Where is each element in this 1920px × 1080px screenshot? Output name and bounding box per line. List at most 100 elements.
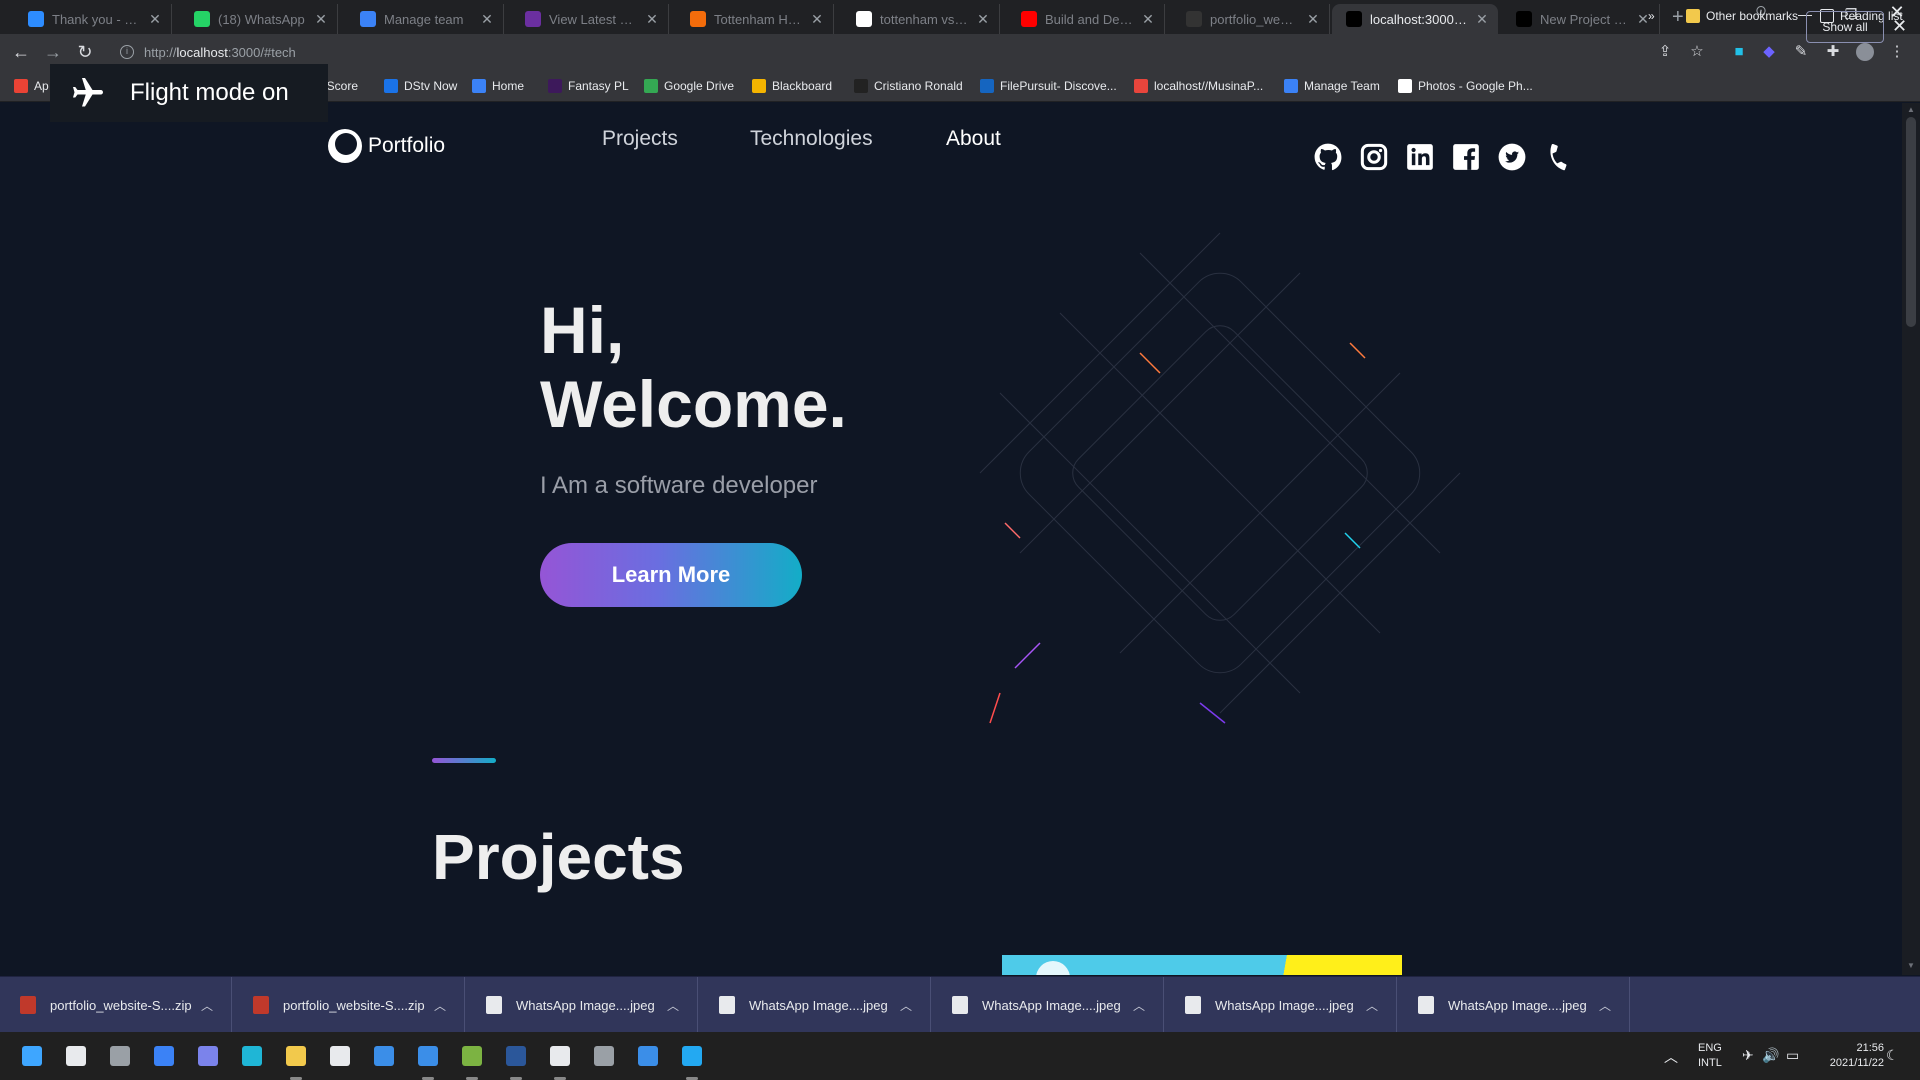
bookmark-item[interactable]: Ap [14, 76, 49, 96]
widgets-icon[interactable] [150, 1042, 178, 1070]
edge-icon[interactable] [238, 1042, 266, 1070]
scrollbar-thumb[interactable] [1906, 117, 1916, 327]
tab-close-icon[interactable]: ✕ [975, 11, 991, 27]
linkedin-icon[interactable] [1406, 143, 1434, 171]
tab-close-icon[interactable]: ✕ [1140, 11, 1156, 27]
extensions-puzzle-icon[interactable]: ✚ [1824, 43, 1842, 61]
download-options-chevron-icon[interactable]: ︿ [896, 997, 916, 1014]
tab-close-icon[interactable]: ✕ [809, 11, 825, 27]
reload-icon[interactable]: ↻ [74, 41, 96, 63]
nav-about[interactable]: About [946, 127, 1001, 151]
phone-icon[interactable] [1544, 143, 1572, 171]
download-item[interactable]: WhatsApp Image....jpeg ︿ [466, 977, 698, 1033]
photos-icon[interactable] [634, 1042, 662, 1070]
tab-close-icon[interactable]: ✕ [1305, 11, 1321, 27]
download-item[interactable]: WhatsApp Image....jpeg ︿ [699, 977, 931, 1033]
bookmark-item[interactable]: Google Drive [644, 76, 734, 96]
download-options-chevron-icon[interactable]: ︿ [1595, 997, 1615, 1014]
browser-tab[interactable]: Tottenham Hotspu ✕ [676, 4, 834, 34]
page-scrollbar[interactable]: ▲ ▼ [1902, 103, 1920, 975]
tab-close-icon[interactable]: ✕ [1474, 11, 1490, 27]
browser-tab[interactable]: Manage team ✕ [346, 4, 504, 34]
twitter-icon[interactable] [1498, 143, 1526, 171]
close-download-shelf-icon[interactable]: ✕ [1892, 16, 1907, 37]
notification-icon[interactable]: ☾ [1886, 1047, 1899, 1064]
input-language-indicator[interactable]: ENG INTL [1698, 1041, 1722, 1071]
site-logo[interactable]: Portfolio [328, 129, 445, 163]
download-options-chevron-icon[interactable]: ︿ [1129, 997, 1149, 1014]
other-bookmarks-folder[interactable]: Other bookmarks [1686, 6, 1798, 26]
download-options-chevron-icon[interactable]: ︿ [663, 997, 683, 1014]
site-info-icon[interactable]: i [120, 45, 134, 59]
calculator-icon[interactable] [590, 1042, 618, 1070]
bookmark-item[interactable]: DStv Now [384, 76, 457, 96]
download-item[interactable]: WhatsApp Image....jpeg ︿ [1398, 977, 1630, 1033]
chrome-icon[interactable] [546, 1042, 574, 1070]
vscode-icon[interactable] [678, 1042, 706, 1070]
bookmarks-overflow-button[interactable]: » [1648, 6, 1655, 26]
bookmark-item[interactable]: Fantasy PL [548, 76, 629, 96]
share-icon[interactable]: ⇪ [1656, 43, 1674, 61]
new-tab-button[interactable]: + [1672, 6, 1684, 29]
browser-tab[interactable]: Build and Deploy ✕ [1007, 4, 1165, 34]
github-icon[interactable] [1314, 143, 1342, 171]
store-icon[interactable] [326, 1042, 354, 1070]
bookmark-star-icon[interactable]: ☆ [1688, 43, 1706, 61]
file-explorer-icon[interactable] [282, 1042, 310, 1070]
tray-overflow-chevron-icon[interactable]: ︿ [1664, 1047, 1678, 1067]
project-card-thumbnail[interactable] [1002, 955, 1402, 975]
profile-avatar[interactable] [1856, 43, 1874, 61]
search-icon[interactable] [62, 1042, 90, 1070]
bookmark-item[interactable]: Home [472, 76, 524, 96]
extension-3-icon[interactable]: ✎ [1792, 43, 1810, 61]
teams-chat-icon[interactable] [194, 1042, 222, 1070]
battery-icon[interactable]: ▭ [1786, 1047, 1799, 1064]
system-clock[interactable]: 21:56 2021/11/22 [1808, 1041, 1884, 1071]
bookmark-item[interactable]: Cristiano Ronald [854, 76, 963, 96]
browser-tab[interactable]: (18) WhatsApp ✕ [180, 4, 338, 34]
bookmark-item[interactable]: Manage Team [1284, 76, 1380, 96]
mail-icon[interactable] [370, 1042, 398, 1070]
tab-close-icon[interactable]: ✕ [147, 11, 163, 27]
tab-close-icon[interactable]: ✕ [479, 11, 495, 27]
download-item[interactable]: portfolio_website-S....zip ︿ [233, 977, 465, 1033]
facebook-icon[interactable] [1452, 143, 1480, 171]
download-item[interactable]: WhatsApp Image....jpeg ︿ [1165, 977, 1397, 1033]
download-item[interactable]: portfolio_website-S....zip ︿ [0, 977, 232, 1033]
task-view-icon[interactable] [106, 1042, 134, 1070]
tab-close-icon[interactable]: ✕ [644, 11, 660, 27]
browser-tab[interactable]: tottenham vs leed ✕ [842, 4, 1000, 34]
scroll-up-arrow-icon[interactable]: ▲ [1906, 105, 1916, 114]
download-options-chevron-icon[interactable]: ︿ [430, 997, 450, 1014]
windows-start-icon[interactable] [18, 1042, 46, 1070]
scroll-down-arrow-icon[interactable]: ▼ [1906, 961, 1916, 970]
browser-tab[interactable]: localhost:3000/#te ✕ [1332, 4, 1498, 34]
instagram-icon[interactable] [1360, 143, 1388, 171]
browser-tab[interactable]: portfolio_website/ ✕ [1172, 4, 1330, 34]
notepad-icon[interactable] [458, 1042, 486, 1070]
address-bar[interactable]: i http://localhost:3000/#tech [110, 38, 1690, 66]
browser-tab[interactable]: Thank you - Zoom ✕ [14, 4, 172, 34]
network-icon[interactable]: ✈ [1742, 1047, 1754, 1064]
download-item[interactable]: WhatsApp Image....jpeg ︿ [932, 977, 1164, 1033]
safari-like-icon[interactable] [414, 1042, 442, 1070]
bookmark-item[interactable]: FilePursuit- Discove... [980, 76, 1117, 96]
browser-tab[interactable]: View Latest Freddy ✕ [511, 4, 669, 34]
nav-projects[interactable]: Projects [602, 127, 678, 151]
show-all-downloads-button[interactable]: Show all [1806, 11, 1884, 43]
bookmark-item[interactable]: localhost//MusinaP... [1134, 76, 1263, 96]
bookmark-item[interactable]: Blackboard [752, 76, 832, 96]
download-options-chevron-icon[interactable]: ︿ [1362, 997, 1382, 1014]
download-options-chevron-icon[interactable]: ︿ [197, 997, 217, 1014]
word-icon[interactable] [502, 1042, 530, 1070]
extension-2-icon[interactable]: ◆ [1760, 43, 1778, 61]
volume-icon[interactable]: 🔊 [1762, 1047, 1779, 1064]
bookmark-item[interactable]: Photos - Google Ph... [1398, 76, 1533, 96]
nav-technologies[interactable]: Technologies [750, 127, 873, 151]
extension-1-icon[interactable]: ■ [1730, 43, 1748, 61]
browser-menu-icon[interactable]: ⋮ [1888, 43, 1906, 61]
tab-close-icon[interactable]: ✕ [313, 11, 329, 27]
back-arrow-icon[interactable]: ← [10, 41, 32, 63]
learn-more-button[interactable]: Learn More [540, 543, 802, 607]
browser-tab[interactable]: New Project – Ver✕ [1502, 4, 1660, 34]
